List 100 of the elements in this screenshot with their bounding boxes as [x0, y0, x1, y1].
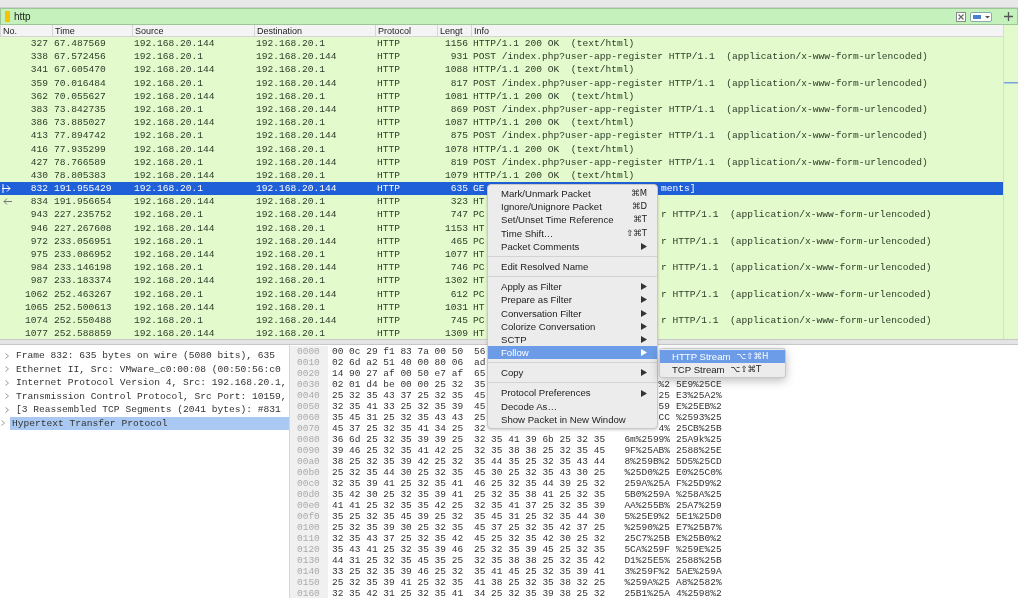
- hex-bytes: 45 30 25 32 35 43 30 25: [474, 467, 606, 478]
- hex-bytes: 25 32 35 38 41 25 32 35: [474, 489, 606, 500]
- hex-bytes: 32 35 41 37 25 32 35 39: [474, 500, 606, 511]
- table-cell-text: 67.605470: [53, 63, 107, 77]
- ascii-text: %2: [658, 379, 671, 390]
- hex-offset: 0000: [290, 346, 328, 357]
- hex-bytes: 34 25 32 35 39 38 25 32: [474, 588, 606, 598]
- table-cell-text: 1309: [443, 327, 469, 341]
- hex-bytes: 39 46 25 32 35 41 42 25: [331, 445, 464, 456]
- table-cell: HT: [473, 328, 485, 340]
- table-cell-text: HTTP: [376, 221, 402, 235]
- table-cell-text: 746: [449, 261, 469, 275]
- ascii-text: 5CA%259F: [624, 544, 671, 555]
- table-cell-text: 192.168.20.1: [133, 129, 205, 143]
- hex-bytes: 32 35 42 31 25 32 35 41: [331, 588, 464, 598]
- table-cell: r HTTP/1.1 (application/x-www-form-urlencoded): [661, 287, 932, 301]
- table-cell-text: 1302: [443, 274, 469, 288]
- table-cell: HT: [473, 222, 485, 234]
- ascii-text: 5E1%25D0: [676, 511, 722, 522]
- hex-offset: 00b0: [290, 467, 328, 478]
- hex-bytes: 25 32 35 39 45 25 32 35: [474, 544, 606, 555]
- table-cell-text: 192.168.20.144: [255, 313, 338, 328]
- table-cell: 338: [30, 50, 48, 64]
- hex-bytes: 33 25 32 35 39 46 25 32: [331, 566, 464, 577]
- table-cell: 987: [30, 274, 48, 288]
- table-cell-text: 192.168.20.1: [133, 208, 205, 222]
- hex-offset: 0130: [290, 555, 328, 566]
- hex-offset: 0010: [290, 357, 328, 368]
- table-cell-text: 465: [449, 234, 469, 248]
- hex-bytes: 65: [474, 368, 486, 379]
- table-cell-text: HTTP: [376, 234, 402, 248]
- table-cell-text: HTTP: [376, 195, 402, 209]
- table-cell-text: HTTP: [376, 208, 402, 222]
- ascii-text: 6m%2599%: [624, 434, 671, 445]
- hex-offset: 0140: [290, 566, 328, 577]
- shortcut-label: ⌥⇧⌘T: [730, 363, 762, 377]
- table-cell-text: 192.168.20.1: [255, 37, 327, 51]
- table-cell-text: 745: [449, 313, 469, 328]
- hex-offset: 0090: [290, 445, 328, 456]
- table-cell: POST /index.php?user-app-register HTTP/1.1 (application/x-www-form-urlencoded): [473, 77, 928, 89]
- hex-offset: 00e0: [290, 500, 328, 511]
- table-cell-text: 192.168.20.1: [255, 63, 327, 77]
- table-cell: POST /index.php?user-app-register HTTP/1.1 (application/x-www-form-urlencoded): [473, 103, 928, 115]
- ascii-text: %259A%25: [624, 577, 671, 588]
- table-cell: POST /index.php?user-app-register HTTP/1.1 (application/x-www-form-urlencoded): [473, 51, 928, 63]
- hex-bytes: 32 35 38 38 25 32 35 42: [474, 555, 606, 566]
- table-cell: POST /index.php?user-app-register HTTP/1.1 (application/x-www-form-urlencoded): [473, 156, 928, 168]
- hex-bytes: 35 25 32 35 45 39 25 32: [331, 511, 464, 522]
- table-cell-text: 227.267608: [53, 221, 113, 235]
- table-cell-text: 1077: [443, 248, 469, 262]
- ascii-text: %2593%25: [676, 412, 722, 423]
- table-cell-text: 73.885027: [53, 116, 107, 130]
- table-cell-text: HTTP: [376, 287, 402, 301]
- table-cell: GE: [473, 183, 485, 195]
- table-cell-text: 78.805383: [53, 168, 107, 183]
- ascii-text: 5D5%25CD: [676, 456, 722, 467]
- table-cell-text: 192.168.20.1: [133, 313, 205, 328]
- table-cell-text: HTTP: [376, 313, 402, 328]
- table-cell-text: 77.935299: [53, 142, 107, 156]
- table-cell-text: 192.168.20.144: [133, 116, 216, 130]
- hex-bytes: 38 25 32 35 39 42 25 32: [331, 456, 464, 467]
- hex-bytes: 25: [474, 412, 486, 423]
- ascii-text: AA%255B%: [624, 500, 671, 511]
- shortcut-label: ⌘D: [631, 200, 647, 214]
- table-cell-text: 192.168.20.1: [255, 116, 327, 130]
- table-cell: 427: [30, 155, 48, 169]
- table-cell-text: 1087: [443, 116, 469, 130]
- table-cell-text: HTTP: [376, 327, 402, 341]
- table-cell: ments]: [661, 182, 696, 196]
- ascii-text: CC: [658, 412, 671, 423]
- hex-bytes: ad: [474, 357, 486, 368]
- table-cell-text: 233.056951: [53, 234, 113, 248]
- table-cell-text: 612: [449, 287, 469, 301]
- table-cell-text: 192.168.20.1: [255, 142, 327, 156]
- table-cell-text: 192.168.20.1: [133, 102, 205, 117]
- table-cell-text: 819: [449, 155, 469, 169]
- table-cell-text: 192.168.20.144: [133, 327, 216, 341]
- table-cell: 1065: [24, 300, 48, 314]
- ascii-text: 25CB%25B: [676, 423, 722, 434]
- table-cell: HT: [473, 301, 485, 313]
- table-cell: 972: [30, 234, 48, 248]
- hex-bytes: 02 6d a2 51 40 00 80 06: [331, 357, 464, 368]
- ascii-text: 8%259B%2: [624, 456, 671, 467]
- ascii-text: 5%25E9%2: [624, 511, 671, 522]
- table-cell: POST /index.php?user-app-register HTTP/1.1 (application/x-www-form-urlencoded): [473, 130, 928, 142]
- table-cell-text: 191.955429: [53, 182, 113, 196]
- ascii-text: 5AE%259A: [676, 566, 722, 577]
- ascii-text: 25A9k%25: [676, 434, 722, 445]
- table-cell-text: 747: [449, 208, 469, 222]
- ascii-text: 25B1%25A: [624, 588, 671, 598]
- table-cell-text: 1031: [443, 300, 469, 314]
- table-cell: 362: [30, 89, 48, 103]
- table-cell-text: 252.500613: [53, 300, 113, 314]
- hex-bytes: 25 32 35 39 41 25 32 35: [331, 577, 464, 588]
- table-cell-text: 1153: [443, 221, 469, 235]
- hex-bytes: 45 25 32 35 42 30 25 32: [474, 533, 606, 544]
- table-cell-text: 252.588859: [53, 327, 113, 341]
- table-cell-text: 1156: [443, 37, 469, 51]
- ascii-text: 2588%25B: [676, 555, 722, 566]
- table-cell-text: 73.842735: [53, 102, 107, 117]
